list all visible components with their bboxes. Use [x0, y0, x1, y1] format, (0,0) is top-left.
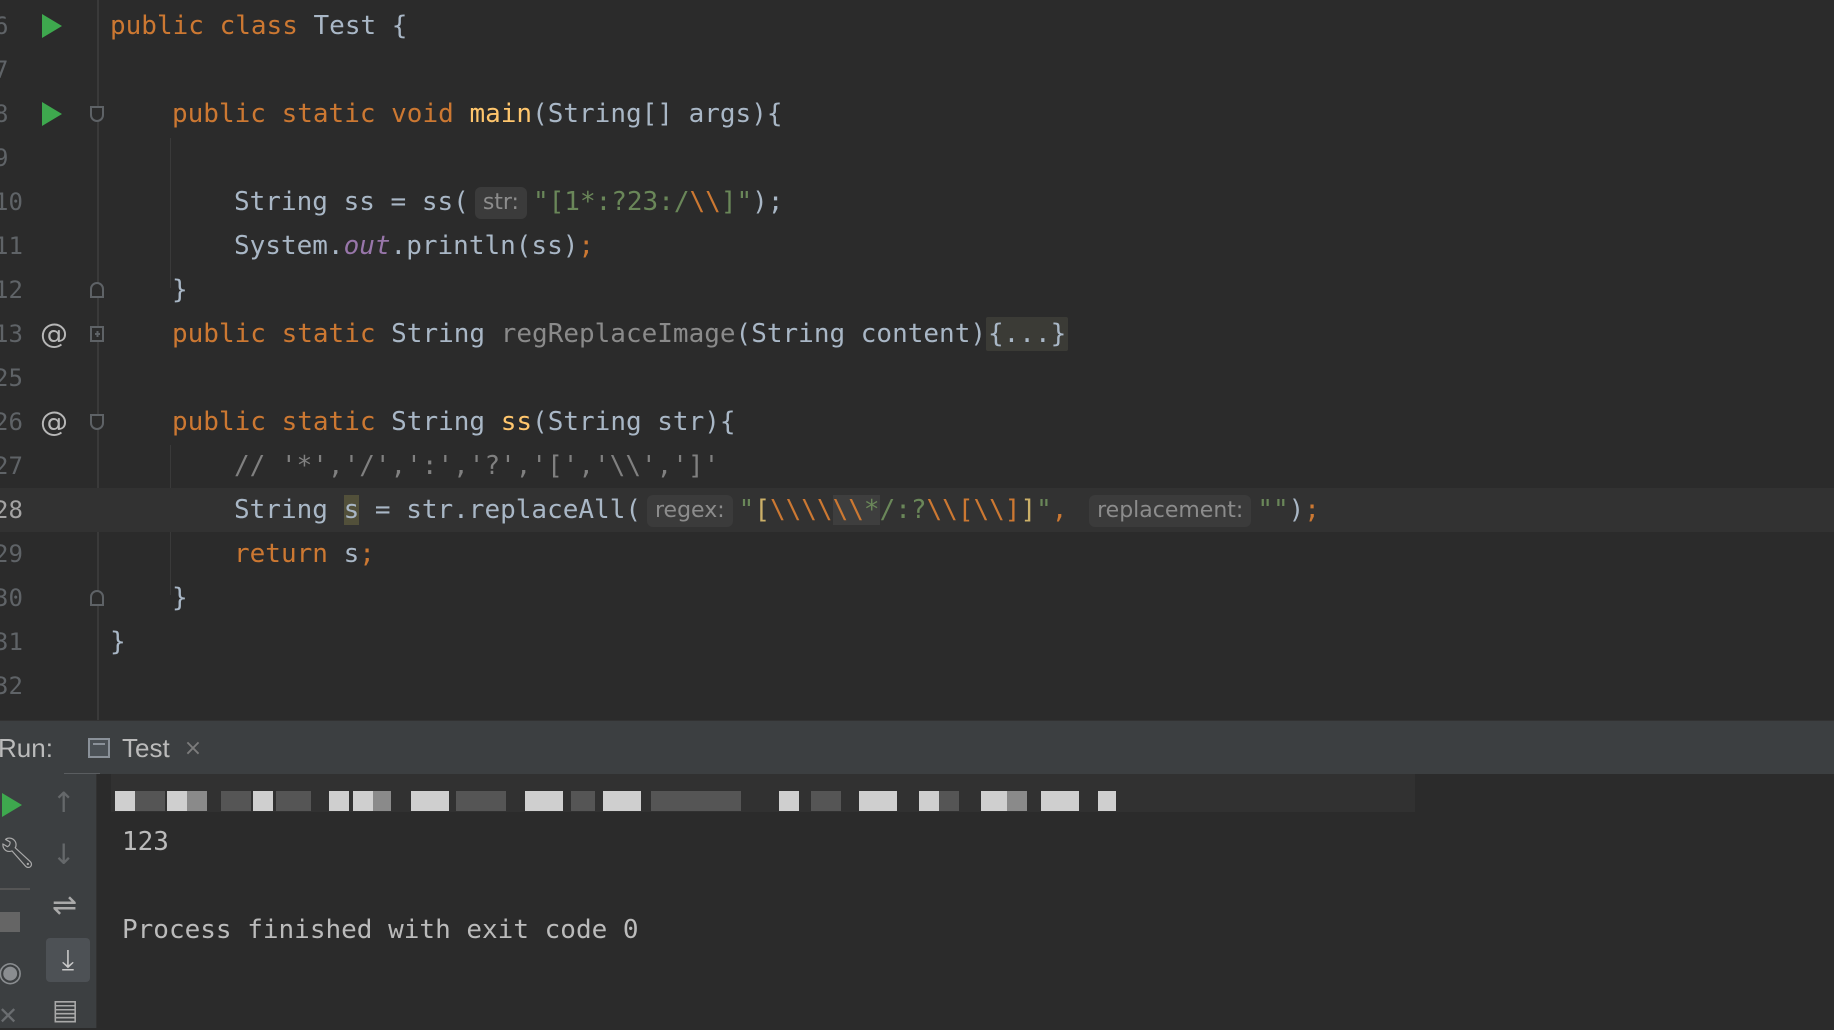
- line-number: 7: [0, 56, 9, 84]
- code-line[interactable]: 29 return s;: [0, 532, 1834, 576]
- line-number: 10: [0, 188, 23, 216]
- line-number: 27: [0, 452, 23, 480]
- line-number: 28: [0, 496, 23, 524]
- console-tab-icon: [88, 738, 110, 758]
- fold-end-icon[interactable]: [90, 590, 104, 606]
- code-line[interactable]: 25: [0, 356, 1834, 400]
- code-text: }: [172, 583, 188, 613]
- fold-expand-icon[interactable]: [90, 326, 104, 342]
- parameter-hint: str:: [474, 186, 527, 219]
- override-at-icon[interactable]: @: [40, 312, 68, 356]
- line-number: 6: [0, 12, 9, 40]
- camera-icon[interactable]: ◉: [0, 955, 22, 988]
- scroll-to-end-icon[interactable]: ⤓: [46, 938, 90, 982]
- line-number: 26: [0, 408, 23, 436]
- arrow-up-icon[interactable]: ↑: [52, 786, 75, 819]
- code-editor[interactable]: 6 public class Test { 7 8 public static …: [0, 0, 1834, 720]
- soft-wrap-icon[interactable]: ⇌: [52, 888, 77, 923]
- close-panel-icon[interactable]: ✕: [0, 1002, 18, 1030]
- console-exit-message: Process finished with exit code 0: [122, 915, 639, 945]
- code-line[interactable]: 30 }: [0, 576, 1834, 620]
- console-output[interactable]: 123 Process finished with exit code 0: [97, 774, 1834, 1028]
- code-line-current[interactable]: 28 String s = str.replaceAll(regex: "[\\\…: [0, 488, 1834, 532]
- run-label: Run:: [0, 733, 53, 763]
- code-line[interactable]: 8 public static void main(String[] args)…: [0, 92, 1834, 136]
- stop-icon[interactable]: [0, 912, 20, 932]
- redacted-command-line: [111, 774, 1415, 812]
- code-text: return s;: [234, 539, 375, 569]
- tab-test[interactable]: Test ×: [88, 721, 202, 775]
- line-number: 30: [0, 584, 23, 612]
- code-line[interactable]: 12 }: [0, 268, 1834, 312]
- code-comment: // '*','/',':','?','[','\\',']': [234, 451, 720, 481]
- line-number: 29: [0, 540, 23, 568]
- run-icon[interactable]: [42, 102, 62, 126]
- tab-label: Test: [122, 732, 170, 763]
- code-line[interactable]: 10 String ss = ss(str: "[1*:?23:/\\]");: [0, 180, 1834, 224]
- fold-collapse-icon[interactable]: [90, 414, 104, 430]
- code-line[interactable]: 32: [0, 664, 1834, 708]
- parameter-hint: regex:: [647, 494, 733, 527]
- toolbar-divider: [0, 888, 30, 890]
- line-number: 25: [0, 364, 23, 392]
- code-text: public static String ss(String str){: [172, 407, 736, 437]
- run-icon[interactable]: [42, 14, 62, 38]
- identifier-highlight: s: [343, 495, 360, 525]
- code-text: String ss = ss(str: "[1*:?23:/\\]");: [234, 186, 784, 219]
- console-output-line: 123: [122, 827, 169, 857]
- code-line[interactable]: 13 @ public static String regReplaceImag…: [0, 312, 1834, 356]
- line-number: 13: [0, 320, 23, 348]
- line-number: 9: [0, 144, 9, 172]
- code-line[interactable]: 9: [0, 136, 1834, 180]
- line-number: 12: [0, 276, 23, 304]
- parameter-hint: replacement:: [1089, 494, 1252, 527]
- code-text: }: [110, 627, 126, 657]
- code-line[interactable]: 7: [0, 48, 1834, 92]
- code-line[interactable]: 27 // '*','/',':','?','[','\\',']': [0, 444, 1834, 488]
- code-line[interactable]: 31 }: [0, 620, 1834, 664]
- override-at-icon[interactable]: @: [40, 400, 68, 444]
- code-line[interactable]: 6 public class Test {: [0, 4, 1834, 48]
- code-text: public static void main(String[] args){: [172, 99, 783, 129]
- code-line[interactable]: 26 @ public static String ss(String str)…: [0, 400, 1834, 444]
- code-text: public static String regReplaceImage(Str…: [172, 317, 1069, 351]
- line-number: 31: [0, 628, 23, 656]
- run-panel-header: Run: Test ×: [0, 720, 1834, 777]
- rerun-icon[interactable]: [2, 793, 22, 817]
- code-text: public class Test {: [110, 11, 408, 41]
- folded-region[interactable]: {...}: [986, 317, 1069, 351]
- code-text: }: [172, 275, 188, 305]
- code-line[interactable]: 11 System.out.println(ss);: [0, 224, 1834, 268]
- fold-end-icon[interactable]: [90, 282, 104, 298]
- line-number: 8: [0, 100, 9, 128]
- code-text: String s = str.replaceAll(regex: "[\\\\\\…: [234, 494, 1320, 527]
- wrench-icon[interactable]: 🔧︎: [0, 836, 36, 871]
- code-text: System.out.println(ss);: [234, 231, 595, 261]
- arrow-down-icon[interactable]: ↓: [52, 838, 75, 871]
- fold-collapse-icon[interactable]: [90, 106, 104, 122]
- print-icon[interactable]: ▤: [52, 993, 78, 1026]
- close-icon[interactable]: ×: [184, 736, 202, 761]
- line-number: 32: [0, 672, 23, 700]
- line-number: 11: [0, 232, 23, 260]
